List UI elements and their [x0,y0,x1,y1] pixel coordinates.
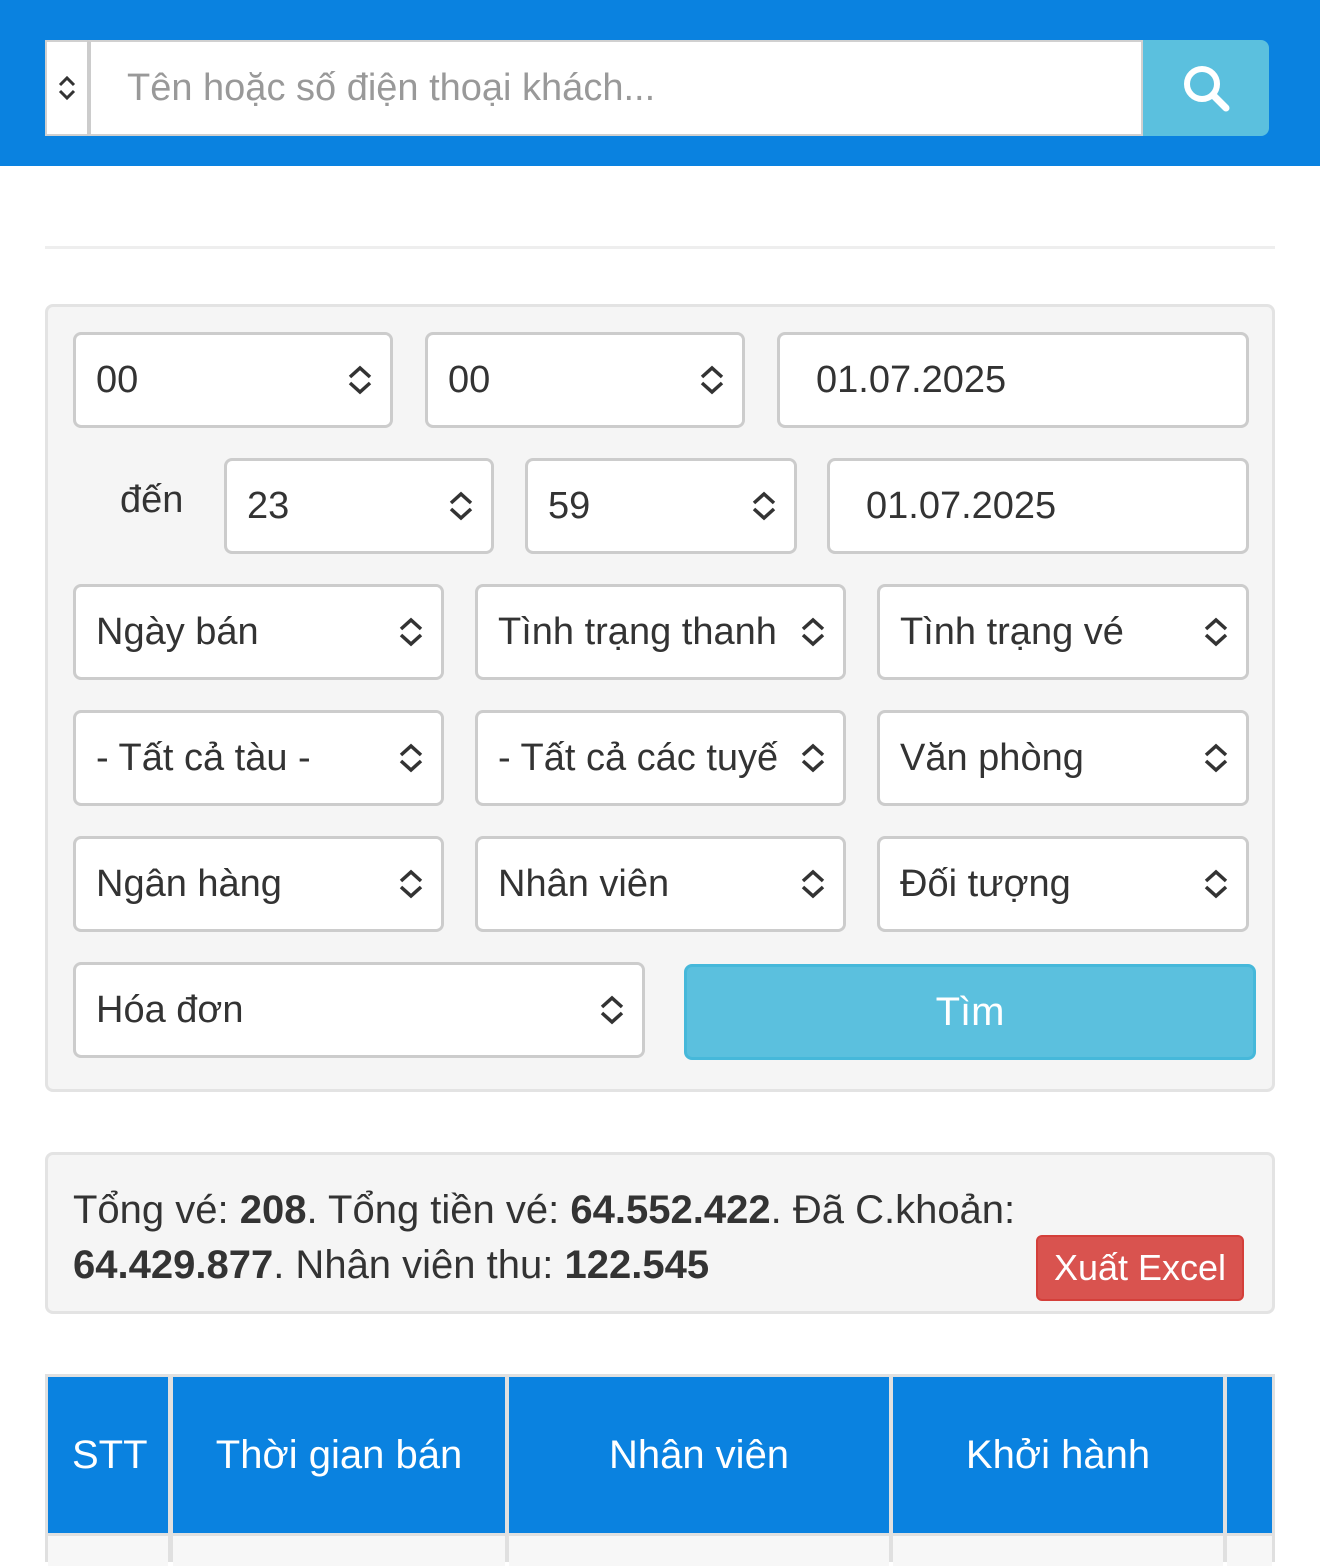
filter-panel: 00 00 01.07.2025 đến 23 59 01.07.2025 Ng… [45,304,1275,1092]
payment-status-value: Tình trạng thanh [498,610,777,653]
transferred-label: . Đã C.khoản: [770,1188,1016,1232]
total-tickets-label: Tổng vé: [73,1188,240,1232]
to-minute-select[interactable]: 59 [525,458,797,554]
from-date-value: 01.07.2025 [816,358,1007,401]
updown-chevron-icon [58,75,76,101]
date-type-value: Ngày bán [96,610,259,653]
date-type-select[interactable]: Ngày bán [73,584,444,680]
total-amount-label: . Tổng tiền vé: [306,1188,571,1232]
results-table: STT Thời gian bán Nhân viên Khởi hành [45,1374,1275,1566]
staff-select[interactable]: Nhân viên [475,836,846,932]
office-value: Văn phòng [900,736,1084,779]
updown-chevron-icon [330,335,390,425]
train-value: - Tất cả tàu - [96,736,311,779]
divider [45,246,1275,249]
bank-value: Ngân hàng [96,862,282,905]
staff-value: Nhân viên [498,862,670,905]
search-type-select[interactable] [45,40,87,136]
top-bar [0,0,1320,166]
from-hour-select[interactable]: 00 [73,332,393,428]
from-minute-value: 00 [448,358,491,401]
updown-chevron-icon [381,839,441,929]
search-icon [1184,66,1230,112]
ticket-status-value: Tình trạng vé [900,610,1124,653]
to-label: đến [120,479,184,521]
updown-chevron-icon [783,839,843,929]
updown-chevron-icon [682,335,742,425]
total-tickets-value: 208 [239,1188,307,1232]
ticket-status-select[interactable]: Tình trạng vé [877,584,1249,680]
find-button[interactable]: Tìm [684,964,1256,1060]
to-hour-select[interactable]: 23 [224,458,494,554]
updown-chevron-icon [1186,839,1246,929]
updown-chevron-icon [381,587,441,677]
updown-chevron-icon [431,461,491,551]
column-header-stt[interactable]: STT [48,1377,168,1533]
to-minute-value: 59 [548,484,591,527]
to-date-input[interactable]: 01.07.2025 [827,458,1249,554]
invoice-select[interactable]: Hóa đơn [73,962,645,1058]
office-select[interactable]: Văn phòng [877,710,1249,806]
train-select[interactable]: - Tất cả tàu - [73,710,444,806]
updown-chevron-icon [381,713,441,803]
invoice-value: Hóa đơn [96,988,244,1031]
updown-chevron-icon [582,965,642,1055]
staff-collected-value: 122.545 [564,1243,710,1287]
updown-chevron-icon [1186,587,1246,677]
search-button[interactable] [1143,40,1269,136]
column-header-departure[interactable]: Khởi hành [893,1377,1223,1533]
target-value: Đối tượng [900,862,1071,905]
summary-text: Tổng vé: 208. Tổng tiền vé: 64.552.422. … [73,1183,1073,1293]
from-hour-value: 00 [96,358,139,401]
customer-search-input[interactable] [87,40,1143,136]
staff-collected-label: . Nhân viên thu: [273,1243,565,1287]
updown-chevron-icon [1186,713,1246,803]
to-date-value: 01.07.2025 [866,484,1057,527]
updown-chevron-icon [734,461,794,551]
customer-search-group [45,40,1269,136]
target-select[interactable]: Đối tượng [877,836,1249,932]
route-select[interactable]: - Tất cả các tuyế [475,710,846,806]
bank-select[interactable]: Ngân hàng [73,836,444,932]
updown-chevron-icon [783,713,843,803]
column-header-sale-time[interactable]: Thời gian bán [173,1377,505,1533]
column-header-more[interactable] [1227,1377,1272,1533]
total-amount-value: 64.552.422 [570,1188,771,1232]
from-minute-select[interactable]: 00 [425,332,745,428]
from-date-input[interactable]: 01.07.2025 [777,332,1249,428]
route-value: - Tất cả các tuyế [498,736,779,779]
transferred-value: 64.429.877 [73,1243,274,1287]
column-header-staff[interactable]: Nhân viên [509,1377,889,1533]
export-excel-button[interactable]: Xuất Excel [1036,1235,1244,1301]
to-hour-value: 23 [247,484,290,527]
updown-chevron-icon [783,587,843,677]
payment-status-select[interactable]: Tình trạng thanh [475,584,846,680]
summary-panel: Tổng vé: 208. Tổng tiền vé: 64.552.422. … [45,1152,1275,1314]
